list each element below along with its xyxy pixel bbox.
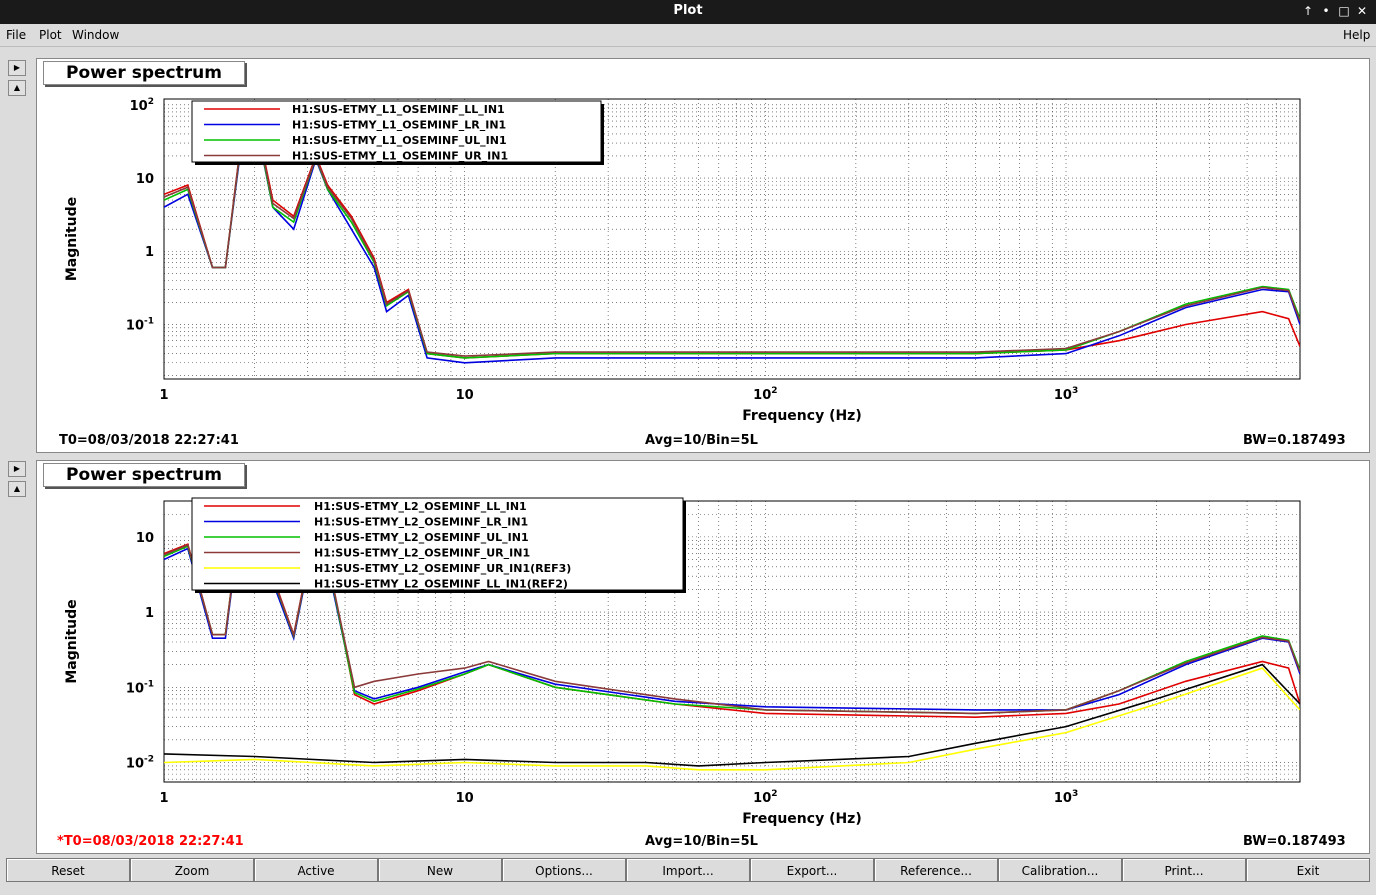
t0-label: T0=08/03/2018 22:27:41 <box>59 433 239 448</box>
plot-panel-2[interactable]: Power spectrum 1 10 102 103 10-2 10-1 1 10 Frequ… <box>36 460 1370 854</box>
series-line <box>164 667 1300 771</box>
reference-button[interactable]: Reference... <box>874 858 998 882</box>
bw-label: BW=0.187493 <box>1243 433 1346 448</box>
plot-panel-1[interactable]: Power spectrum 1 10 102 103 10-1 1 10 102 Freque… <box>36 58 1370 453</box>
maximize-icon[interactable]: □ <box>1336 3 1352 19</box>
menu-bar: File Plot Window Help <box>0 24 1376 47</box>
button-bar: Reset Zoom Active New Options... Import.… <box>6 858 1370 883</box>
y-tick-exponent: -2 <box>144 754 154 764</box>
legend-label: H1:SUS-ETMY_L2_OSEMINF_LL_IN1 <box>314 500 527 513</box>
x-tick-label: 102 <box>753 789 777 806</box>
x-tick-label: 102 <box>753 386 777 403</box>
pad-collapse-icon[interactable]: ▲ <box>8 80 26 96</box>
t0-label: *T0=08/03/2018 22:27:41 <box>57 834 244 849</box>
x-tick-exponent: 2 <box>771 789 777 799</box>
menu-file[interactable]: File <box>6 28 26 42</box>
pad-expand-icon[interactable]: ▶ <box>8 60 26 76</box>
legend-label: H1:SUS-ETMY_L2_OSEMINF_UR_IN1 <box>314 547 530 560</box>
x-tick-label: 1 <box>159 388 168 403</box>
legend: H1:SUS-ETMY_L1_OSEMINF_LL_IN1 H1:SUS-ETMY… <box>191 100 604 165</box>
y-tick-label: 10 <box>136 172 154 187</box>
x-tick-exponent: 3 <box>1072 789 1078 799</box>
power-spectrum-chart-1[interactable]: 1 10 102 103 10-1 1 10 102 Frequency (Hz) Magnitu… <box>37 59 1369 452</box>
new-button[interactable]: New <box>378 858 502 882</box>
x-tick-label: 10 <box>456 388 474 403</box>
menu-help[interactable]: Help <box>1343 28 1370 42</box>
y-tick-label: 10-1 <box>126 679 154 696</box>
export-button[interactable]: Export... <box>750 858 874 882</box>
reset-button[interactable]: Reset <box>6 858 130 882</box>
y-tick-label: 10 <box>136 531 154 546</box>
raise-icon[interactable]: ↑ <box>1300 3 1316 19</box>
legend-label: H1:SUS-ETMY_L1_OSEMINF_LR_IN1 <box>292 119 506 132</box>
y-tick-exponent: -1 <box>144 679 154 689</box>
y-axis-label: Magnitude <box>64 197 80 281</box>
window-title: Plot <box>673 3 703 18</box>
x-axis-label: Frequency (Hz) <box>742 408 861 424</box>
x-tick-exponent: 2 <box>771 386 777 396</box>
legend-label: H1:SUS-ETMY_L2_OSEMINF_LL_IN1(REF2) <box>314 578 568 591</box>
title-bar: Plot ↑ • □ ✕ <box>0 0 1376 24</box>
y-tick-exponent: -1 <box>144 316 154 326</box>
legend-label: H1:SUS-ETMY_L2_OSEMINF_UL_IN1 <box>314 531 529 544</box>
x-tick-label: 1 <box>159 791 168 806</box>
legend: H1:SUS-ETMY_L2_OSEMINF_LL_IN1 H1:SUS-ETMY… <box>191 497 686 593</box>
pad-expand-icon[interactable]: ▶ <box>8 461 26 477</box>
close-icon[interactable]: ✕ <box>1354 3 1370 19</box>
x-tick-label: 103 <box>1054 789 1078 806</box>
bw-label: BW=0.187493 <box>1243 834 1346 849</box>
legend-label: H1:SUS-ETMY_L2_OSEMINF_LR_IN1 <box>314 516 528 529</box>
legend-label: H1:SUS-ETMY_L1_OSEMINF_UR_IN1 <box>292 150 508 163</box>
y-tick-label: 1 <box>145 245 154 260</box>
legend-label: H1:SUS-ETMY_L1_OSEMINF_LL_IN1 <box>292 103 505 116</box>
y-tick-label: 102 <box>130 97 154 114</box>
minimize-icon[interactable]: • <box>1318 3 1334 19</box>
y-axis-label: Magnitude <box>64 599 80 683</box>
options-button[interactable]: Options... <box>502 858 626 882</box>
y-tick-exponent: 2 <box>148 97 154 107</box>
exit-button[interactable]: Exit <box>1246 858 1370 882</box>
x-tick-label: 10 <box>456 791 474 806</box>
x-tick-label: 103 <box>1054 386 1078 403</box>
pad-collapse-icon[interactable]: ▲ <box>8 481 26 497</box>
active-button[interactable]: Active <box>254 858 378 882</box>
menu-window[interactable]: Window <box>72 28 119 42</box>
x-tick-exponent: 3 <box>1072 386 1078 396</box>
avg-label: Avg=10/Bin=5L <box>645 433 758 448</box>
zoom-button[interactable]: Zoom <box>130 858 254 882</box>
menu-plot[interactable]: Plot <box>39 28 62 42</box>
y-tick-label: 10-2 <box>126 754 154 771</box>
avg-label: Avg=10/Bin=5L <box>645 834 758 849</box>
x-axis-label: Frequency (Hz) <box>742 811 861 827</box>
calibration-button[interactable]: Calibration... <box>998 858 1122 882</box>
series-line <box>164 663 1300 767</box>
legend-label: H1:SUS-ETMY_L1_OSEMINF_UL_IN1 <box>292 134 507 147</box>
print-button[interactable]: Print... <box>1122 858 1246 882</box>
y-tick-label: 1 <box>145 606 154 621</box>
y-tick-label: 10-1 <box>126 316 154 333</box>
power-spectrum-chart-2[interactable]: 1 10 102 103 10-2 10-1 1 10 Frequency (Hz) Magnit… <box>37 461 1369 853</box>
legend-label: H1:SUS-ETMY_L2_OSEMINF_UR_IN1(REF3) <box>314 562 571 575</box>
import-button[interactable]: Import... <box>626 858 750 882</box>
